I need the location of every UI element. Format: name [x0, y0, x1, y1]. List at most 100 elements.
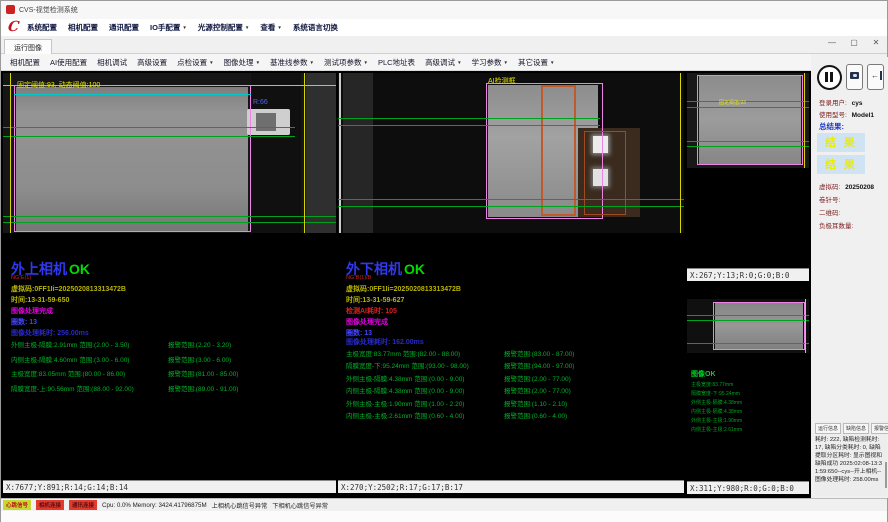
ai-time-line: 检测AI耗时: 105: [346, 306, 397, 316]
maximize-button[interactable]: ▢: [847, 38, 861, 47]
toolbar-advanced-debug[interactable]: 高级调试▼: [425, 57, 461, 68]
camera-connection-badge: 相机连接: [36, 500, 64, 510]
info-tab-run[interactable]: 运行信息: [815, 423, 841, 434]
menu-view[interactable]: 查看▼: [260, 22, 281, 33]
cpu-memory-status: Cpu: 0.0% Memory: 3424.41796875M: [102, 502, 207, 509]
pause-icon: [825, 72, 828, 82]
status-ok: 图像OK: [691, 369, 716, 379]
measurement-row: 内侧主极-隔膜:4.38mm 范围:(0.00 - 9.00)报警范围:(2.0…: [346, 385, 469, 397]
status-ok: OK: [69, 261, 90, 277]
result-badge-1: 结 果: [817, 133, 865, 152]
menu-language-switch[interactable]: 系统语言切换: [293, 22, 338, 33]
roi-rect-overlay: [14, 85, 251, 232]
login-user-label: 登录用户:: [819, 100, 847, 107]
total-result-label: 总结果:: [819, 121, 844, 132]
measurement-row: 隔膜宽度-下:95.24mm 范围:(93.00 - 98.00)报警范围:(9…: [346, 360, 469, 372]
info-panel: 运行信息 缺陷信息 报警信息 耗时: 222, 缺陷检测耗时: 17, 缺陷分类…: [815, 422, 887, 496]
toolbar-plc-table[interactable]: PLC地址表: [378, 57, 415, 68]
status-bar: 心跳信号 相机连接 通讯连接 Cpu: 0.0% Memory: 3424.41…: [1, 498, 887, 511]
close-button[interactable]: ✕: [869, 38, 883, 47]
tab-strip: 运行图像 — ▢ ✕: [1, 36, 887, 54]
pause-button[interactable]: [817, 65, 842, 90]
roi-rect-overlay: [697, 75, 803, 165]
camera-image-lower[interactable]: AI检测框: [338, 73, 684, 233]
pixel-caption: X:270;Y:2502;R:17;G:17;B:17: [338, 480, 684, 493]
measurement-row: 主极宽度:83.77mm 范围:(82.00 - 88.00)报警范围:(83.…: [346, 348, 469, 360]
camera-snapshot-button[interactable]: [846, 64, 863, 90]
thumb-view-top[interactable]: 固定阈值:93 X:267;Y:13;R:0;G:0;B:0: [687, 73, 809, 281]
camera-icon: [850, 72, 859, 79]
toolbar-ai-config[interactable]: AI使用配置: [50, 57, 87, 68]
camera-view-upper[interactable]: 固定阈值:93, 动态阈值:100 R:66 外上相机OK NG:E(1) 虚拟…: [3, 73, 336, 493]
pixel-caption: X:267;Y:13;R:0;G:0;B:0: [687, 268, 809, 281]
pixel-caption: X:7677;Y:891;R:14;G:14;B:14: [3, 480, 336, 493]
camera-view-lower[interactable]: AI检测框 外下相机OK NG:B(1)/B 虚拟码:0FF1Ii=202502…: [338, 73, 684, 493]
app-icon: [6, 5, 15, 14]
chevron-down-icon: ▼: [504, 60, 508, 65]
toolbar-test-params[interactable]: 测试项参数▼: [324, 57, 368, 68]
logout-arrow-icon: ←: [871, 71, 882, 80]
window-title: CVS-视觉检测系统: [19, 5, 78, 15]
menu-camera-config[interactable]: 相机配置: [68, 22, 98, 33]
toolbar-camera-config[interactable]: 相机配置: [10, 57, 40, 68]
process-done-line: 图像处理完成: [346, 317, 388, 327]
thumb-view-bottom[interactable]: 图像OK 主极宽度:83.77mm 隔膜宽度-下:95.24mm 外侧主极-隔膜…: [687, 283, 809, 494]
chevron-down-icon: ▼: [256, 60, 260, 65]
threshold-label: 固定阈值:93: [719, 99, 746, 106]
process-done-line: 图像处理完成: [11, 306, 53, 316]
toolbar-image-processing[interactable]: 图像处理▼: [224, 57, 260, 68]
toolbar-other-settings[interactable]: 其它设置▼: [518, 57, 554, 68]
virtual-code-row: 虚拟码: 20250208: [819, 181, 874, 191]
chevron-down-icon: ▼: [457, 60, 461, 65]
result-badge-2: 结 果: [817, 155, 865, 174]
threshold-label: 固定阈值:93, 动态阈值:100: [17, 80, 100, 90]
chevron-down-icon: ▼: [182, 25, 186, 30]
tab-run-image[interactable]: 运行图像: [4, 39, 52, 54]
negative-tab-count-row: 负极耳数量:: [819, 220, 853, 230]
login-user-row: 登录用户: cys: [819, 97, 862, 107]
menu-light-control[interactable]: 光源控制配置▼: [198, 22, 249, 33]
toolbar-advanced-settings[interactable]: 高级设置: [137, 57, 167, 68]
ng-tag: NG:E(1): [11, 275, 31, 281]
measurement-row: 隔膜宽度-上:90.56mm 范围:(88.00 - 92.00)报警范围:(8…: [11, 383, 134, 398]
menu-io-config[interactable]: IO手配置▼: [150, 22, 187, 33]
measurement-row: 内侧主极-隔膜:4.60mm 范围:(3.00 - 6.00)报警范围:(3.0…: [11, 354, 134, 369]
menu-comm-config[interactable]: 通讯配置: [109, 22, 139, 33]
virtual-code-value: 20250208: [845, 184, 874, 191]
toolbar-spot-check[interactable]: 点检设置▼: [177, 57, 213, 68]
model-value: Model1: [852, 112, 874, 119]
main-content: 固定阈值:93, 动态阈值:100 R:66 外上相机OK NG:E(1) 虚拟…: [1, 71, 811, 498]
bottom-filler: [1, 511, 887, 522]
app-window: CVS-视觉检测系统 C 系统配置 相机配置 通讯配置 IO手配置▼ 光源控制配…: [0, 0, 888, 522]
measurement-row: 外侧主极-隔膜:4.38mm 范围:(0.00 - 9.00)报警范围:(2.0…: [346, 373, 469, 385]
info-log-text: 耗时: 222, 缺陷检测耗时: 17, 缺陷分类耗时: 0, 缺陷提取分区耗时…: [815, 436, 883, 484]
scrollbar[interactable]: [885, 462, 887, 488]
time-line: 时间:13-31-59-627: [346, 295, 404, 305]
minimize-button[interactable]: —: [825, 38, 839, 47]
logout-button[interactable]: ←: [867, 64, 884, 90]
measurement-row: 外侧主极-隔膜:2.91mm 范围:(2.00 - 3.50)报警范围:(2.2…: [11, 339, 134, 354]
title-bar: CVS-视觉检测系统: [1, 1, 887, 19]
camera-image-upper[interactable]: 固定阈值:93, 动态阈值:100 R:66: [3, 73, 336, 233]
toolbar-learning-params[interactable]: 学习参数▼: [472, 57, 508, 68]
lower-camera-heartbeat-msg: 下相机心跳信号异常: [272, 501, 328, 510]
measurement-list: 主极宽度:83.77mm 范围:(82.00 - 88.00)报警范围:(83.…: [346, 348, 469, 422]
toolbar-baseline-params[interactable]: 基准线参数▼: [270, 57, 314, 68]
ai-detect-rect: [584, 131, 626, 215]
info-tab-defect[interactable]: 缺陷信息: [843, 423, 869, 434]
virtual-code-label: 虚拟码:: [819, 184, 840, 191]
measurement-row: 外侧主极-主极:1.90mm 范围:(1.00 - 2.20)报警范围:(1.1…: [346, 398, 469, 410]
pixel-caption: X:311;Y:980;R:0;G:0;B:0: [687, 481, 809, 494]
menu-bar: C 系统配置 相机配置 通讯配置 IO手配置▼ 光源控制配置▼ 查看▼ 系统语言…: [1, 19, 887, 36]
process-time-line: 图像处理耗时: 256.00ms: [11, 328, 89, 338]
info-tab-alarm[interactable]: 报警信息: [871, 423, 888, 434]
right-sidebar: ← 登录用户: cys 使用型号: Model1 总结果: 结 果 结 果 虚拟…: [813, 57, 888, 498]
toolbar-camera-debug[interactable]: 相机调试: [97, 57, 127, 68]
model-row: 使用型号: Model1: [819, 109, 874, 119]
thumb-image-bottom[interactable]: [687, 299, 809, 353]
chevron-down-icon: ▼: [209, 60, 213, 65]
menu-system-config[interactable]: 系统配置: [27, 22, 57, 33]
measurement-list: 主极宽度:83.77mm 隔膜宽度-下:95.24mm 外侧主极-隔膜:4.38…: [691, 381, 742, 435]
chevron-down-icon: ▼: [364, 60, 368, 65]
thumb-image-top[interactable]: 固定阈值:93: [687, 73, 809, 168]
